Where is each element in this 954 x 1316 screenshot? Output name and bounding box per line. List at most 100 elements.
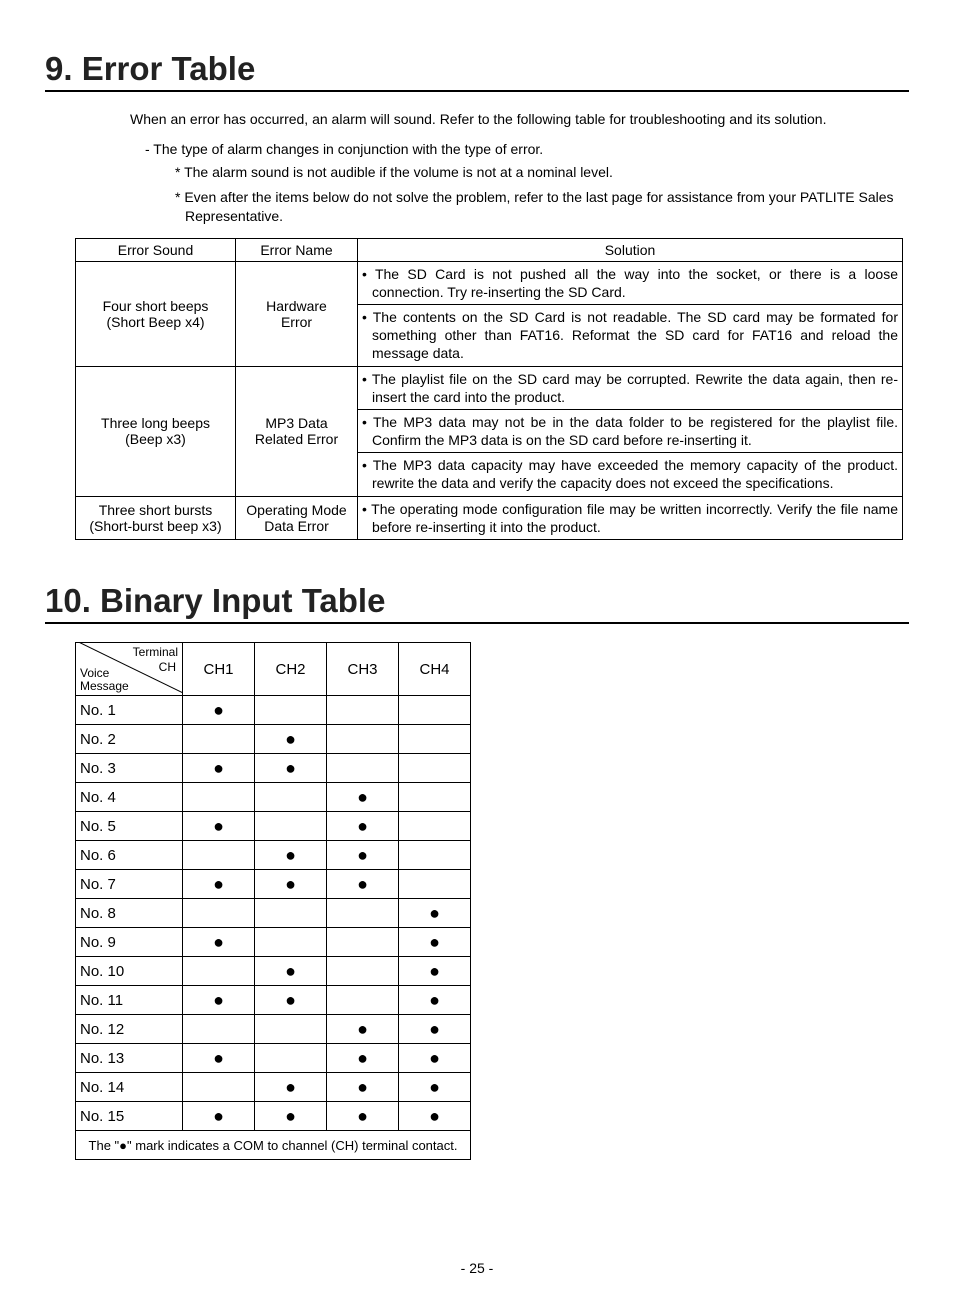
channel-cell (183, 899, 255, 928)
channel-cell (327, 928, 399, 957)
channel-cell: ● (255, 841, 327, 870)
dot-icon: ● (429, 1019, 440, 1039)
channel-cell: ● (255, 870, 327, 899)
error-table: Error Sound Error Name Solution Four sho… (75, 238, 903, 540)
channel-cell (255, 1015, 327, 1044)
channel-cell: ● (183, 870, 255, 899)
solution-cell: The SD Card is not pushed all the way in… (358, 261, 903, 366)
voice-message-label: No. 12 (76, 1015, 183, 1044)
dot-icon: ● (357, 1019, 368, 1039)
channel-cell: ● (327, 1073, 399, 1102)
channel-cell: ● (183, 696, 255, 725)
table-row: Three short bursts(Short-burst beep x3)O… (76, 496, 903, 539)
voice-message-label: No. 6 (76, 841, 183, 870)
dot-icon: ● (213, 932, 224, 952)
table-row: No. 15●●●● (76, 1102, 471, 1131)
voice-message-label: No. 11 (76, 986, 183, 1015)
channel-cell: ● (255, 986, 327, 1015)
section-10-heading: 10. Binary Input Table (45, 582, 909, 624)
voice-message-label: No. 2 (76, 725, 183, 754)
dot-icon: ● (357, 845, 368, 865)
dot-icon: ● (357, 1048, 368, 1068)
channel-cell: ● (255, 754, 327, 783)
dot-icon: ● (357, 816, 368, 836)
header-solution: Solution (358, 238, 903, 261)
channel-cell: ● (327, 783, 399, 812)
voice-message-label: No. 15 (76, 1102, 183, 1131)
channel-cell: ● (183, 812, 255, 841)
channel-cell: ● (183, 754, 255, 783)
channel-cell (399, 696, 471, 725)
channel-cell (399, 725, 471, 754)
channel-cell: ● (399, 1073, 471, 1102)
table-row: No. 11 ● ● ● (76, 986, 471, 1015)
channel-cell: ● (255, 957, 327, 986)
table-row: No. 5●● (76, 812, 471, 841)
dot-icon: ● (429, 990, 440, 1010)
channel-cell: ● (183, 1102, 255, 1131)
channel-cell (399, 783, 471, 812)
solution-item: The contents on the SD Card is not reada… (358, 304, 902, 366)
channel-cell (183, 725, 255, 754)
binary-input-table: Terminal CH Voice Message CH1 CH2 CH3 CH… (75, 642, 471, 1160)
dot-icon: ● (357, 874, 368, 894)
dot-icon: ● (213, 990, 224, 1010)
channel-cell: ● (327, 1044, 399, 1073)
dot-icon: ● (429, 1048, 440, 1068)
section-9-note3: * Even after the items below do not solv… (175, 188, 909, 226)
channel-cell (183, 841, 255, 870)
error-sound-cell: Three short bursts(Short-burst beep x3) (76, 496, 236, 539)
table-row: Four short beeps(Short Beep x4)HardwareE… (76, 261, 903, 366)
solution-item: The playlist file on the SD card may be … (358, 367, 902, 409)
channel-cell: ● (399, 1102, 471, 1131)
channel-cell: ● (399, 928, 471, 957)
header-error-name: Error Name (236, 238, 358, 261)
solution-cell: The operating mode configuration file ma… (358, 496, 903, 539)
solution-item: The MP3 data may not be in the data fold… (358, 409, 902, 452)
dot-icon: ● (285, 961, 296, 981)
voice-message-label: No. 3 (76, 754, 183, 783)
table-row: No. 9●● (76, 928, 471, 957)
dot-icon: ● (285, 845, 296, 865)
ch3-header: CH3 (327, 643, 399, 696)
diag-ch-label: CH (159, 660, 176, 674)
dot-icon: ● (429, 932, 440, 952)
dot-icon: ● (429, 1106, 440, 1126)
channel-cell: ● (183, 986, 255, 1015)
voice-message-label: No. 14 (76, 1073, 183, 1102)
table-row: No. 4 ● (76, 783, 471, 812)
voice-message-label: No. 4 (76, 783, 183, 812)
dot-icon: ● (213, 758, 224, 778)
channel-cell (327, 957, 399, 986)
channel-cell (255, 696, 327, 725)
channel-cell: ● (327, 870, 399, 899)
diag-terminal-label: Terminal (133, 645, 178, 659)
channel-cell: ● (399, 1015, 471, 1044)
dot-icon: ● (213, 874, 224, 894)
diag-message-label: Message (80, 679, 129, 693)
channel-cell (327, 899, 399, 928)
dot-icon: ● (285, 1106, 296, 1126)
solution-item: The MP3 data capacity may have exceeded … (358, 452, 902, 495)
channel-cell: ● (327, 841, 399, 870)
channel-cell: ● (255, 1073, 327, 1102)
channel-cell (327, 754, 399, 783)
solution-cell: The playlist file on the SD card may be … (358, 366, 903, 496)
channel-cell (399, 812, 471, 841)
channel-cell: ● (399, 899, 471, 928)
channel-cell (327, 696, 399, 725)
channel-cell: ● (255, 725, 327, 754)
channel-cell: ● (183, 928, 255, 957)
table-row: No. 13●●● (76, 1044, 471, 1073)
dot-icon: ● (357, 787, 368, 807)
dot-icon: ● (357, 1106, 368, 1126)
channel-cell: ● (399, 1044, 471, 1073)
dot-icon: ● (285, 874, 296, 894)
dot-icon: ● (285, 758, 296, 778)
channel-cell (399, 870, 471, 899)
dot-icon: ● (357, 1077, 368, 1097)
dot-icon: ● (285, 729, 296, 749)
voice-message-label: No. 1 (76, 696, 183, 725)
table-row: No. 10●● (76, 957, 471, 986)
channel-cell (255, 783, 327, 812)
